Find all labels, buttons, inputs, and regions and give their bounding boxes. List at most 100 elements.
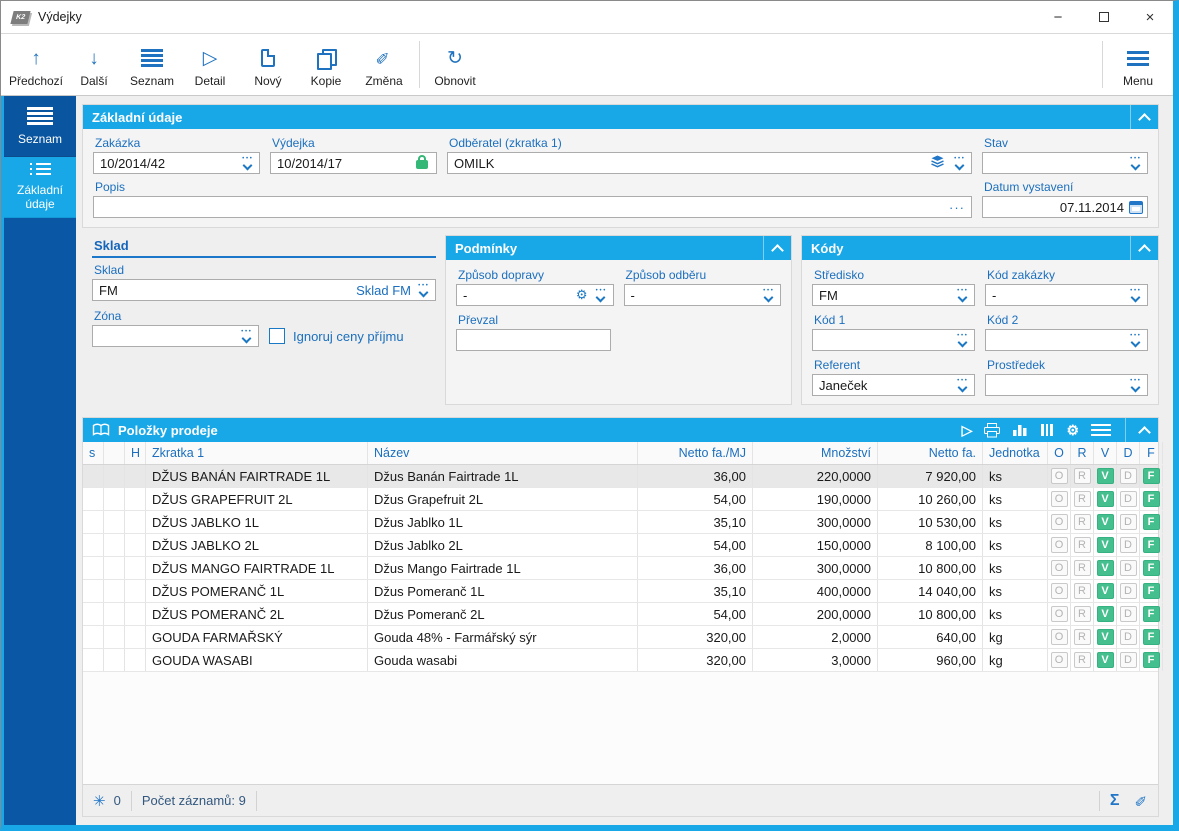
minimize-button[interactable]: − bbox=[1035, 2, 1081, 33]
table-row[interactable]: DŽUS MANGO FAIRTRADE 1L Džus Mango Fairt… bbox=[83, 557, 1163, 580]
dropdown-icon[interactable] bbox=[415, 284, 431, 296]
zpusob-odberu-field[interactable]: - bbox=[623, 284, 781, 306]
collapse-icon[interactable] bbox=[1138, 244, 1151, 257]
dropdown-icon[interactable] bbox=[954, 334, 970, 346]
new-button[interactable]: Nový bbox=[239, 34, 297, 95]
next-button[interactable]: ↓ Další bbox=[65, 34, 123, 95]
table-column-headers: s H Zkratka 1 Název Netto fa./MJ Množstv… bbox=[83, 442, 1163, 465]
dropdown-icon[interactable] bbox=[238, 330, 254, 342]
ignoruj-ceny-checkbox[interactable] bbox=[269, 328, 285, 344]
dropdown-icon[interactable] bbox=[954, 289, 970, 301]
field-label: Způsob odběru bbox=[625, 268, 707, 282]
print-icon[interactable] bbox=[984, 422, 1001, 438]
col-netto-mj[interactable]: Netto fa./MJ bbox=[638, 442, 753, 464]
col-blank[interactable] bbox=[104, 442, 125, 464]
chart-icon[interactable] bbox=[1012, 423, 1028, 437]
collapse-icon[interactable] bbox=[1138, 113, 1151, 126]
zakazka-field[interactable]: 10/2014/42 bbox=[93, 152, 260, 174]
col-o[interactable]: O bbox=[1048, 442, 1071, 464]
previous-button[interactable]: ↑ Předchozí bbox=[7, 34, 65, 95]
field-label: Popis bbox=[95, 180, 126, 194]
dropdown-icon[interactable] bbox=[954, 379, 970, 391]
sidebar-item-zakladni-udaje[interactable]: Základní údaje bbox=[4, 157, 76, 218]
gear-icon[interactable]: ⚙ bbox=[1066, 422, 1079, 439]
layers-icon[interactable] bbox=[930, 155, 945, 171]
col-nazev[interactable]: Název bbox=[368, 442, 638, 464]
table-row[interactable]: GOUDA WASABI Gouda wasabi 320,00 3,0000 … bbox=[83, 649, 1163, 672]
kod2-field[interactable] bbox=[985, 329, 1148, 351]
table-row[interactable]: DŽUS BANÁN FAIRTRADE 1L Džus Banán Fairt… bbox=[83, 465, 1163, 488]
sum-icon[interactable]: Σ bbox=[1110, 792, 1120, 810]
stredisko-field[interactable]: FM bbox=[812, 284, 975, 306]
prostredek-field[interactable] bbox=[985, 374, 1148, 396]
gear-icon[interactable]: ⚙ bbox=[576, 287, 588, 303]
copy-button[interactable]: Kopie bbox=[297, 34, 355, 95]
maximize-button[interactable] bbox=[1081, 2, 1127, 33]
stav-field[interactable] bbox=[982, 152, 1148, 174]
table-menu-icon[interactable] bbox=[1091, 424, 1111, 426]
kody-header: Kódy bbox=[802, 236, 1158, 260]
col-s[interactable]: s bbox=[83, 442, 104, 464]
kod1-field[interactable] bbox=[812, 329, 975, 351]
col-h[interactable]: H bbox=[125, 442, 146, 464]
close-button[interactable]: × bbox=[1127, 2, 1173, 33]
popis-field[interactable]: ··· bbox=[93, 196, 972, 218]
detail-button[interactable]: ▷ Detail bbox=[181, 34, 239, 95]
dropdown-icon[interactable] bbox=[239, 157, 255, 169]
menu-button[interactable]: Menu bbox=[1109, 34, 1167, 95]
vydejka-field[interactable]: 10/2014/17 bbox=[270, 152, 437, 174]
col-mnozstvi[interactable]: Množství bbox=[753, 442, 878, 464]
sidebar-item-seznam[interactable]: Seznam bbox=[4, 96, 76, 157]
col-jednotka[interactable]: Jednotka bbox=[983, 442, 1048, 464]
col-f[interactable]: F bbox=[1140, 442, 1163, 464]
col-netto[interactable]: Netto fa. bbox=[878, 442, 983, 464]
table-row[interactable]: DŽUS POMERANČ 1L Džus Pomeranč 1L 35,10 … bbox=[83, 580, 1163, 603]
more-icon[interactable]: ··· bbox=[947, 200, 967, 215]
zpusob-dopravy-field[interactable]: - ⚙ bbox=[456, 284, 614, 306]
datum-vystaveni-field[interactable]: 07.11.2014 bbox=[982, 196, 1148, 218]
record-count-text: Počet záznamů: 9 bbox=[141, 793, 246, 808]
collapse-icon[interactable] bbox=[771, 244, 784, 257]
flag-f: F bbox=[1142, 560, 1160, 576]
collapse-icon[interactable] bbox=[1138, 426, 1151, 439]
prevzal-field[interactable] bbox=[456, 329, 611, 351]
col-v[interactable]: V bbox=[1094, 442, 1117, 464]
table-row[interactable]: GOUDA FARMAŘSKÝ Gouda 48% - Farmářský sý… bbox=[83, 626, 1163, 649]
kod-zakazky-field[interactable]: - bbox=[985, 284, 1148, 306]
table-row[interactable]: DŽUS GRAPEFRUIT 2L Džus Grapefruit 2L 54… bbox=[83, 488, 1163, 511]
dropdown-icon[interactable] bbox=[1127, 289, 1143, 301]
edit-button[interactable]: ✎ Změna bbox=[355, 34, 413, 95]
dropdown-icon[interactable] bbox=[951, 157, 967, 169]
referent-field[interactable]: Janeček bbox=[812, 374, 975, 396]
refresh-button[interactable]: ↻ Obnovit bbox=[426, 34, 484, 95]
flag-r: R bbox=[1073, 629, 1091, 645]
field-label: Datum vystavení bbox=[984, 180, 1074, 194]
frozen-records-icon[interactable]: ✳ bbox=[93, 792, 106, 810]
calendar-icon[interactable] bbox=[1129, 200, 1143, 214]
table-row[interactable]: DŽUS JABLKO 2L Džus Jablko 2L 54,00 150,… bbox=[83, 534, 1163, 557]
dropdown-icon[interactable] bbox=[1127, 334, 1143, 346]
table-row[interactable]: DŽUS POMERANČ 2L Džus Pomeranč 2L 54,00 … bbox=[83, 603, 1163, 626]
checkbox-label: Ignoruj ceny příjmu bbox=[293, 328, 404, 344]
col-r[interactable]: R bbox=[1071, 442, 1094, 464]
dropdown-icon[interactable] bbox=[1127, 379, 1143, 391]
sklad-field[interactable]: FM Sklad FM bbox=[92, 279, 436, 301]
flag-v: V bbox=[1096, 468, 1114, 484]
flag-v: V bbox=[1096, 652, 1114, 668]
edit-pencil-icon[interactable]: ✎ bbox=[1133, 794, 1151, 807]
dropdown-icon[interactable] bbox=[760, 289, 776, 301]
odberatel-field[interactable]: OMILK bbox=[447, 152, 972, 174]
flag-r: R bbox=[1073, 514, 1091, 530]
col-d[interactable]: D bbox=[1117, 442, 1140, 464]
table-empty-area bbox=[83, 672, 1158, 784]
polozky-prodeje-panel: Položky prodeje ▷ ⚙ s H Zkratka 1 Název … bbox=[82, 417, 1163, 817]
list-button[interactable]: Seznam bbox=[123, 34, 181, 95]
table-row[interactable]: DŽUS JABLKO 1L Džus Jablko 1L 35,10 300,… bbox=[83, 511, 1163, 534]
flag-d: D bbox=[1119, 629, 1137, 645]
col-zkratka[interactable]: Zkratka 1 bbox=[146, 442, 368, 464]
columns-icon[interactable] bbox=[1040, 423, 1054, 437]
dropdown-icon[interactable] bbox=[1127, 157, 1143, 169]
dropdown-icon[interactable] bbox=[593, 289, 609, 301]
zona-field[interactable] bbox=[92, 325, 259, 347]
run-icon[interactable]: ▷ bbox=[962, 422, 973, 439]
